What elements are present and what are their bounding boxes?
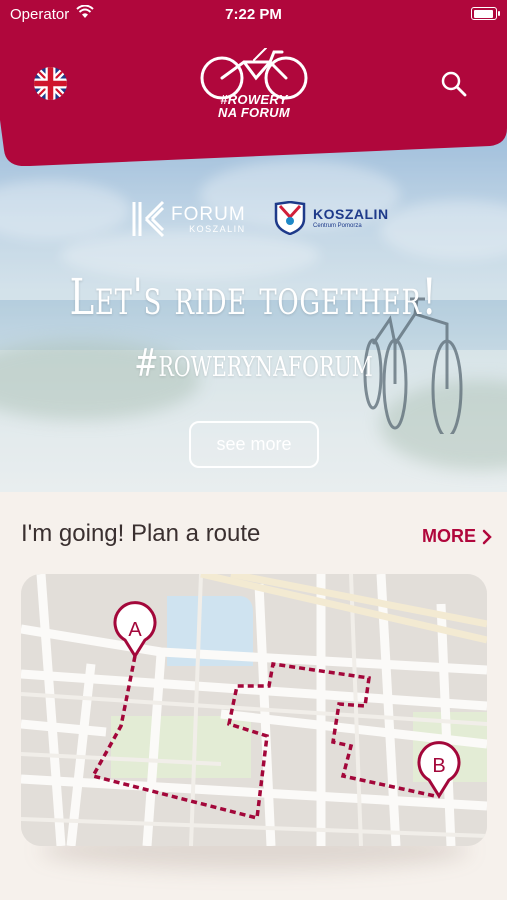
hero-headline: Let's ride together! — [69, 268, 438, 326]
search-button[interactable] — [440, 70, 468, 98]
forum-k-icon — [132, 200, 165, 238]
clock: 7:22 PM — [225, 6, 282, 23]
route-map[interactable]: A B — [21, 574, 487, 846]
koszalin-shield-icon — [274, 201, 306, 235]
app-logo-text: #ROWERY NA FORUM — [218, 92, 290, 120]
chevron-right-icon — [482, 529, 492, 544]
start-marker-label: A — [128, 619, 142, 641]
language-button[interactable] — [34, 67, 67, 100]
more-link[interactable]: MORE — [422, 526, 492, 547]
forum-koszalin-logo: FORUM KOSZALIN — [131, 199, 246, 239]
end-marker-label: B — [432, 755, 445, 777]
search-icon — [441, 71, 467, 97]
uk-flag-icon — [34, 67, 67, 100]
more-label: MORE — [422, 526, 476, 546]
koszalin-city-logo: KOSZALIN Centrum Pomorza — [274, 200, 389, 236]
hero-hashtag: #rowerynaforum — [134, 341, 373, 385]
map-canvas: A B — [21, 574, 487, 846]
route-section-title: I'm going! Plan a route — [21, 520, 261, 547]
battery-icon — [471, 7, 500, 20]
see-more-button[interactable]: see more — [189, 421, 319, 468]
status-bar: Operator 7:22 PM — [0, 0, 507, 28]
